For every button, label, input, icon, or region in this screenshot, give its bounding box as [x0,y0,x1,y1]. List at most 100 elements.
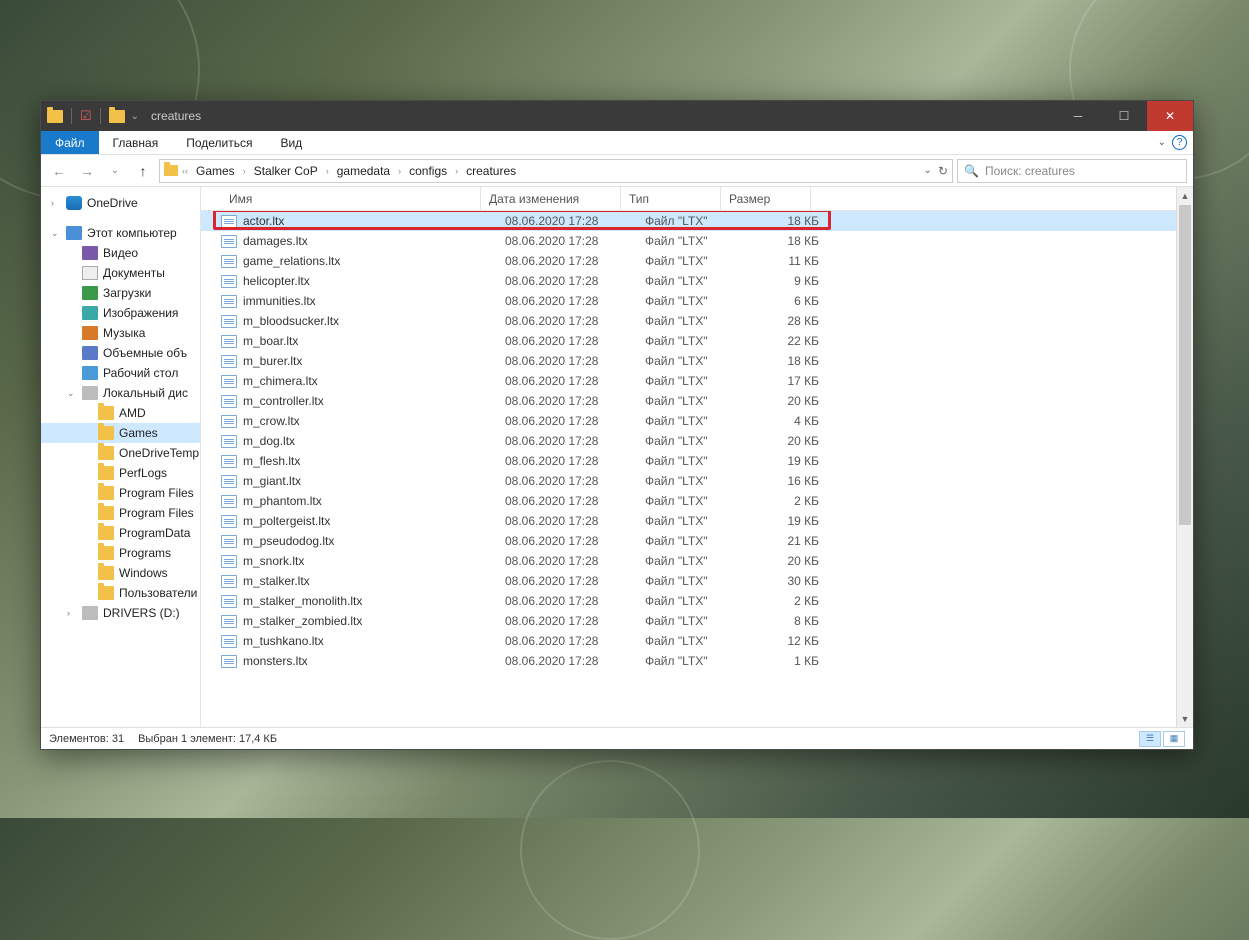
file-date: 08.06.2020 17:28 [497,354,637,368]
file-date: 08.06.2020 17:28 [497,594,637,608]
file-row[interactable]: m_stalker.ltx08.06.2020 17:28Файл "LTX"3… [201,571,1193,591]
nav-downloads[interactable]: ›Загрузки [41,283,200,303]
file-row[interactable]: m_poltergeist.ltx08.06.2020 17:28Файл "L… [201,511,1193,531]
tab-view[interactable]: Вид [266,131,316,154]
file-list[interactable]: actor.ltx08.06.2020 17:28Файл "LTX"18 КБ… [201,211,1193,727]
file-row[interactable]: helicopter.ltx08.06.2020 17:28Файл "LTX"… [201,271,1193,291]
breadcrumb-item[interactable]: gamedata [333,164,394,178]
address-bar[interactable]: ‹‹ Games › Stalker CoP › gamedata › conf… [159,159,953,183]
chevron-right-icon[interactable]: › [241,166,248,176]
column-date[interactable]: Дата изменения [481,187,621,210]
nav-videos[interactable]: ›Видео [41,243,200,263]
file-row[interactable]: m_chimera.ltx08.06.2020 17:28Файл "LTX"1… [201,371,1193,391]
column-size[interactable]: Размер [721,187,811,210]
file-row[interactable]: m_crow.ltx08.06.2020 17:28Файл "LTX"4 КБ [201,411,1193,431]
nav-users[interactable]: ›Пользователи [41,583,200,603]
nav-forward-button[interactable]: → [75,159,99,183]
chevron-right-icon[interactable]: › [396,166,403,176]
nav-windows[interactable]: ›Windows [41,563,200,583]
scrollbar-thumb[interactable] [1179,205,1191,525]
file-size: 28 КБ [737,314,827,328]
music-icon [82,326,98,340]
file-row[interactable]: m_tushkano.ltx08.06.2020 17:28Файл "LTX"… [201,631,1193,651]
nav-programdata[interactable]: ›ProgramData [41,523,200,543]
column-headers: Имя Дата изменения Тип Размер [201,187,1193,211]
file-row[interactable]: m_snork.ltx08.06.2020 17:28Файл "LTX"20 … [201,551,1193,571]
help-icon[interactable]: ? [1172,135,1187,150]
vertical-scrollbar[interactable]: ▲ ▼ [1176,187,1193,727]
chevron-right-icon[interactable]: › [453,166,460,176]
refresh-icon[interactable]: ↻ [938,164,948,178]
tab-share[interactable]: Поделиться [172,131,266,154]
nav-documents[interactable]: ›Документы [41,263,200,283]
breadcrumb-item[interactable]: Stalker CoP [250,164,322,178]
file-row[interactable]: m_burer.ltx08.06.2020 17:28Файл "LTX"18 … [201,351,1193,371]
file-name: actor.ltx [243,214,497,228]
video-icon [82,246,98,260]
nav-desktop[interactable]: ›Рабочий стол [41,363,200,383]
file-row[interactable]: m_dog.ltx08.06.2020 17:28Файл "LTX"20 КБ [201,431,1193,451]
scroll-up-icon[interactable]: ▲ [1177,187,1193,204]
titlebar[interactable]: ☑ ⌄ creatures ─ ☐ ✕ [41,101,1193,131]
file-row[interactable]: m_controller.ltx08.06.2020 17:28Файл "LT… [201,391,1193,411]
file-row[interactable]: m_flesh.ltx08.06.2020 17:28Файл "LTX"19 … [201,451,1193,471]
qat-icon[interactable]: ☑ [80,108,92,124]
nav-amd[interactable]: ›AMD [41,403,200,423]
file-type: Файл "LTX" [637,654,737,668]
minimize-button[interactable]: ─ [1055,101,1101,131]
nav-perflogs[interactable]: ›PerfLogs [41,463,200,483]
file-name: m_flesh.ltx [243,454,497,468]
tab-home[interactable]: Главная [99,131,173,154]
nav-images[interactable]: ›Изображения [41,303,200,323]
scroll-down-icon[interactable]: ▼ [1177,710,1193,727]
nav-onedrive[interactable]: ›OneDrive [41,193,200,213]
nav-music[interactable]: ›Музыка [41,323,200,343]
column-name[interactable]: Имя [221,187,481,210]
view-details-button[interactable]: ☰ [1139,731,1161,747]
breadcrumb-item[interactable]: Games [192,164,239,178]
nav-games[interactable]: ›Games [41,423,200,443]
nav-programfiles[interactable]: ›Program Files [41,483,200,503]
tab-file[interactable]: Файл [41,131,99,154]
breadcrumb-item[interactable]: creatures [462,164,520,178]
nav-back-button[interactable]: ← [47,159,71,183]
file-row[interactable]: monsters.ltx08.06.2020 17:28Файл "LTX"1 … [201,651,1193,671]
file-row[interactable]: m_bloodsucker.ltx08.06.2020 17:28Файл "L… [201,311,1193,331]
nav-thispc[interactable]: ⌄Этот компьютер [41,223,200,243]
nav-drive-d[interactable]: ›DRIVERS (D:) [41,603,200,623]
nav-programs[interactable]: ›Programs [41,543,200,563]
status-bar: Элементов: 31 Выбран 1 элемент: 17,4 КБ … [41,727,1193,749]
nav-recent-dropdown[interactable]: ⌄ [103,159,127,183]
file-row[interactable]: m_giant.ltx08.06.2020 17:28Файл "LTX"16 … [201,471,1193,491]
nav-programfiles86[interactable]: ›Program Files [41,503,200,523]
file-row[interactable]: m_pseudodog.ltx08.06.2020 17:28Файл "LTX… [201,531,1193,551]
breadcrumb-item[interactable]: configs [405,164,451,178]
file-row[interactable]: game_relations.ltx08.06.2020 17:28Файл "… [201,251,1193,271]
file-row[interactable]: immunities.ltx08.06.2020 17:28Файл "LTX"… [201,291,1193,311]
folder-icon [98,546,114,560]
search-input[interactable]: 🔍 Поиск: creatures [957,159,1187,183]
nav-up-button[interactable]: ↑ [131,159,155,183]
nav-onedrivetemp[interactable]: ›OneDriveTemp [41,443,200,463]
column-type[interactable]: Тип [621,187,721,210]
nav-localdisk[interactable]: ⌄Локальный дис [41,383,200,403]
file-row[interactable]: m_stalker_monolith.ltx08.06.2020 17:28Фа… [201,591,1193,611]
file-date: 08.06.2020 17:28 [497,234,637,248]
chevron-right-icon[interactable]: › [324,166,331,176]
file-row[interactable]: m_stalker_zombied.ltx08.06.2020 17:28Фай… [201,611,1193,631]
folder-icon [98,426,114,440]
chevron-right-icon[interactable]: ‹‹ [180,166,190,176]
file-row[interactable]: m_phantom.ltx08.06.2020 17:28Файл "LTX"2… [201,491,1193,511]
file-row[interactable]: damages.ltx08.06.2020 17:28Файл "LTX"18 … [201,231,1193,251]
address-dropdown-icon[interactable]: ⌄ [924,165,932,176]
nav-3dobjects[interactable]: ›Объемные объ [41,343,200,363]
view-icons-button[interactable]: ▦ [1163,731,1185,747]
file-row[interactable]: m_boar.ltx08.06.2020 17:28Файл "LTX"22 К… [201,331,1193,351]
qat-dropdown-icon[interactable]: ⌄ [131,111,139,122]
file-row[interactable]: actor.ltx08.06.2020 17:28Файл "LTX"18 КБ [201,211,1193,231]
file-size: 4 КБ [737,414,827,428]
file-icon [221,575,237,588]
maximize-button[interactable]: ☐ [1101,101,1147,131]
ribbon-collapse-icon[interactable]: ⌄ [1158,137,1166,148]
close-button[interactable]: ✕ [1147,101,1193,131]
